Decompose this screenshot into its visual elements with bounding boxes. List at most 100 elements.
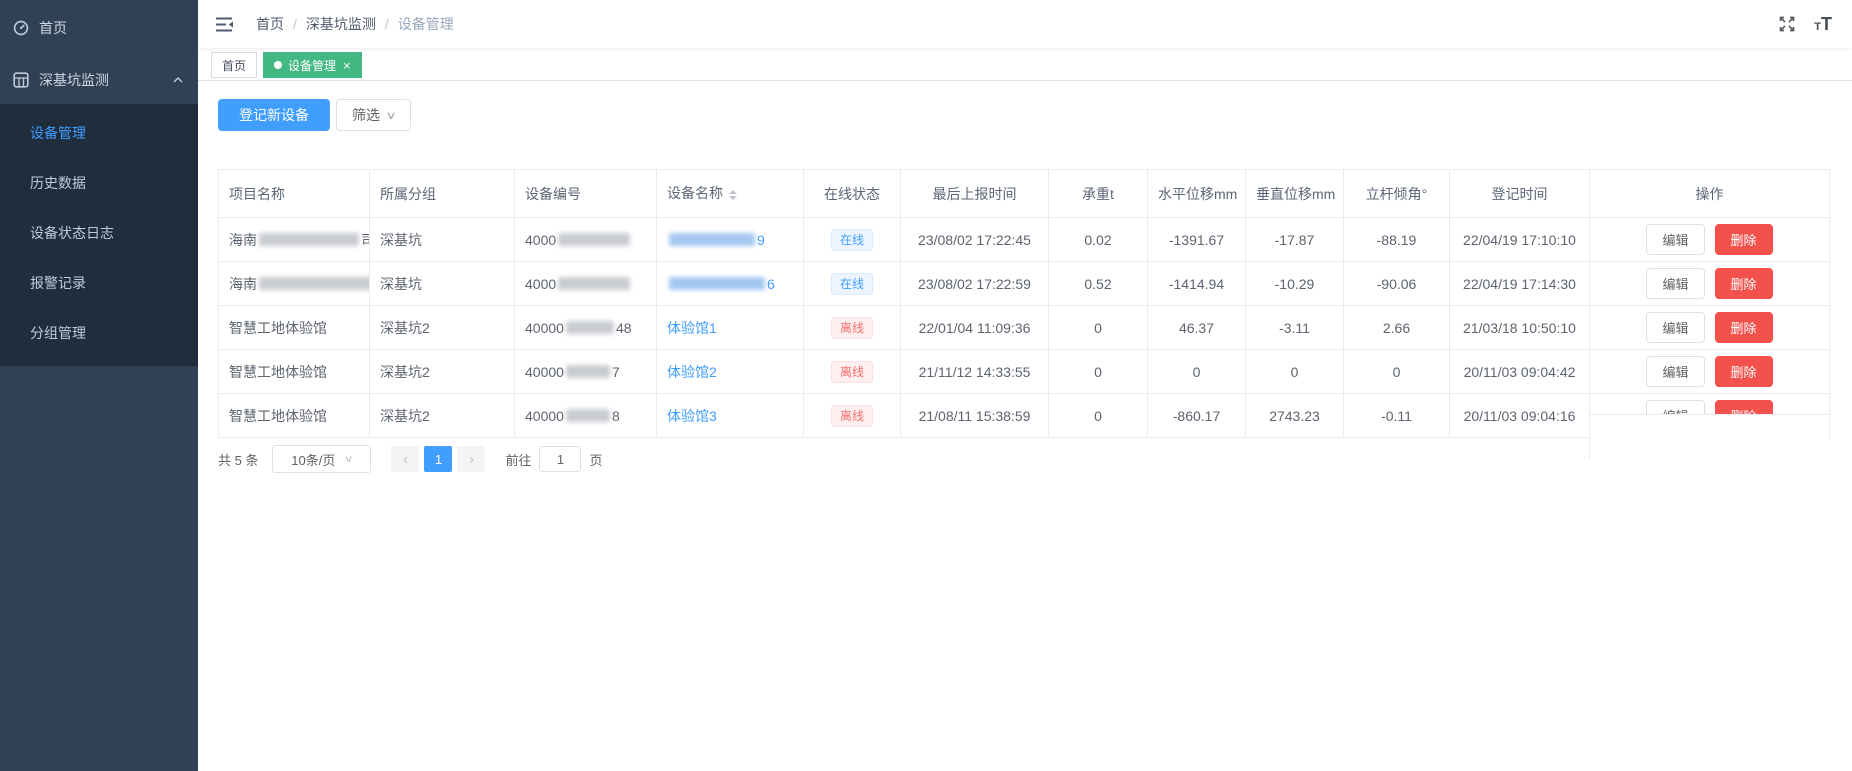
cell-text: 22/01/04 11:09:36 bbox=[919, 320, 1031, 336]
sidebar-item-label: 首页 bbox=[39, 18, 67, 38]
edit-button[interactable]: 编辑 bbox=[1646, 268, 1704, 299]
cell-text: -10.29 bbox=[1275, 276, 1315, 292]
cell-text: 48 bbox=[616, 320, 632, 336]
sidebar-subitem-4[interactable]: 分组管理 bbox=[0, 308, 198, 358]
cell-text: 23/08/02 17:22:59 bbox=[918, 276, 1031, 292]
cell-h_disp: -1414.94 bbox=[1148, 262, 1246, 306]
device-name-link[interactable]: 6 bbox=[767, 276, 775, 292]
breadcrumb-item[interactable]: 首页 bbox=[256, 14, 284, 34]
next-page-button[interactable]: › bbox=[457, 446, 485, 472]
redacted-text bbox=[259, 233, 359, 246]
cell-text: 0 bbox=[1094, 364, 1102, 380]
column-header-label: 设备名称 bbox=[667, 185, 723, 201]
cell-group: 深基坑2 bbox=[370, 306, 515, 350]
delete-button[interactable]: 删除 bbox=[1715, 224, 1773, 255]
edit-button[interactable]: 编辑 bbox=[1646, 224, 1704, 255]
edit-button[interactable]: 编辑 bbox=[1646, 312, 1704, 343]
device-name-link[interactable]: 9 bbox=[757, 232, 765, 248]
cell-name: 体验馆2 bbox=[657, 350, 804, 394]
sidebar-subitem-2[interactable]: 设备状态日志 bbox=[0, 208, 198, 258]
cell-tilt: -88.19 bbox=[1344, 218, 1450, 262]
chevron-down-icon: ∨ bbox=[344, 454, 354, 465]
current-page-button[interactable]: 1 bbox=[424, 446, 452, 472]
cell-text: 0 bbox=[1094, 408, 1102, 424]
column-header-label: 在线状态 bbox=[824, 186, 880, 202]
cell-text: 8 bbox=[612, 408, 620, 424]
cell-device_no: 4000 bbox=[515, 218, 657, 262]
filter-button-label: 筛选 bbox=[352, 105, 380, 125]
redacted-text bbox=[566, 321, 614, 334]
goto-page-input[interactable] bbox=[539, 446, 581, 472]
page-size-value: 10条/页 bbox=[291, 450, 335, 469]
cell-project: 海南司 bbox=[219, 218, 370, 262]
cell-device_no: 4000 bbox=[515, 262, 657, 306]
cell-v_disp: 0 bbox=[1246, 350, 1344, 394]
sidebar-item-home[interactable]: 首页 bbox=[0, 0, 198, 56]
tab-device-management[interactable]: 设备管理 × bbox=[263, 52, 362, 78]
chevron-left-icon: ‹ bbox=[403, 451, 408, 468]
status-badge: 离线 bbox=[831, 361, 873, 383]
cell-text: 40000 bbox=[525, 408, 564, 424]
tab-home[interactable]: 首页 bbox=[211, 52, 257, 78]
sidebar-item-label: 分组管理 bbox=[30, 325, 86, 341]
sidebar-subitem-3[interactable]: 报警记录 bbox=[0, 258, 198, 308]
cell-load: 0.02 bbox=[1049, 218, 1148, 262]
status-badge: 离线 bbox=[831, 405, 873, 427]
cell-text: 深基坑2 bbox=[380, 408, 430, 424]
cell-status: 在线 bbox=[804, 218, 901, 262]
breadcrumb-item-current: 设备管理 bbox=[398, 14, 454, 34]
close-tab-icon[interactable]: × bbox=[343, 59, 351, 72]
cell-device_no: 40000 8 bbox=[515, 394, 657, 438]
cell-project: 智慧工地体验馆 bbox=[219, 306, 370, 350]
cell-last_report: 21/08/11 15:38:59 bbox=[901, 394, 1049, 438]
cell-text: 7 bbox=[612, 364, 620, 380]
cell-group: 深基坑2 bbox=[370, 394, 515, 438]
filter-button[interactable]: 筛选 ∨ bbox=[336, 99, 411, 131]
column-header-label: 最后上报时间 bbox=[933, 186, 1017, 202]
cell-status: 在线 bbox=[804, 262, 901, 306]
fullscreen-icon[interactable] bbox=[1778, 15, 1796, 33]
app-root: 首页 深基坑监测 设备管理历史数据设备状态日志报警记录分组管理 bbox=[0, 0, 1852, 771]
delete-button[interactable]: 删除 bbox=[1715, 268, 1773, 299]
breadcrumb-item[interactable]: 深基坑监测 bbox=[306, 14, 376, 34]
register-device-button[interactable]: 登记新设备 bbox=[218, 99, 330, 131]
cell-text: 40000 bbox=[525, 320, 564, 336]
font-size-icon[interactable]: TT bbox=[1814, 15, 1832, 34]
sort-caret-icon[interactable] bbox=[729, 186, 737, 204]
tags-view: 首页 设备管理 × bbox=[198, 48, 1852, 81]
cell-text: 23/08/02 17:22:45 bbox=[918, 232, 1031, 248]
cell-tilt: 2.66 bbox=[1344, 306, 1450, 350]
cell-project: 智慧工地体验馆 bbox=[219, 350, 370, 394]
column-header: 所属分组 bbox=[370, 170, 515, 218]
collapse-menu-icon[interactable] bbox=[216, 17, 234, 32]
cell-text: -0.11 bbox=[1381, 408, 1412, 424]
redacted-text bbox=[669, 277, 765, 290]
cell-group: 深基坑 bbox=[370, 262, 515, 306]
cell-text: 深基坑2 bbox=[380, 364, 430, 380]
main-area: 首页 / 深基坑监测 / 设备管理 TT bbox=[198, 0, 1852, 771]
active-tab-dot-icon bbox=[274, 61, 282, 69]
delete-button[interactable]: 删除 bbox=[1715, 356, 1773, 387]
sidebar-subitem-0[interactable]: 设备管理 bbox=[0, 108, 198, 158]
cell-h_disp: -860.17 bbox=[1148, 394, 1246, 438]
cell-text: 智慧工地体验馆 bbox=[229, 364, 327, 380]
cell-group: 深基坑2 bbox=[370, 350, 515, 394]
device-name-link[interactable]: 体验馆2 bbox=[667, 364, 717, 380]
device-name-link[interactable]: 体验馆1 bbox=[667, 320, 717, 336]
page-size-select[interactable]: 10条/页 ∨ bbox=[272, 445, 371, 473]
redacted-text bbox=[566, 409, 610, 422]
edit-button[interactable]: 编辑 bbox=[1646, 356, 1704, 387]
column-header-label: 垂直位移mm bbox=[1256, 186, 1335, 202]
column-header-label: 立杆倾角° bbox=[1366, 186, 1428, 202]
sidebar-item-monitor[interactable]: 深基坑监测 bbox=[0, 56, 198, 104]
cell-text: 21/08/11 15:38:59 bbox=[919, 408, 1031, 424]
column-header: 立杆倾角° bbox=[1344, 170, 1450, 218]
prev-page-button[interactable]: ‹ bbox=[391, 446, 419, 472]
page-content: 登记新设备 筛选 ∨ 项目名称所属分组设备编号设备名称在线状态最后上报时间承重t… bbox=[198, 81, 1852, 771]
device-name-link[interactable]: 体验馆3 bbox=[667, 408, 717, 424]
sidebar-subitem-1[interactable]: 历史数据 bbox=[0, 158, 198, 208]
delete-button[interactable]: 删除 bbox=[1715, 312, 1773, 343]
cell-text: 21/11/12 14:33:55 bbox=[919, 364, 1031, 380]
cell-text: 0.02 bbox=[1084, 232, 1111, 248]
cell-name: 体验馆1 bbox=[657, 306, 804, 350]
